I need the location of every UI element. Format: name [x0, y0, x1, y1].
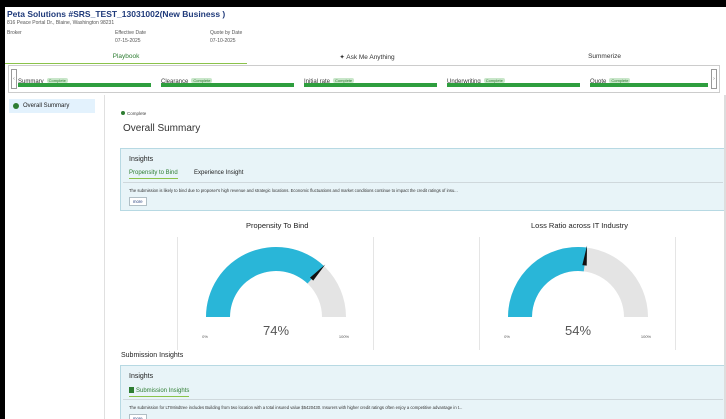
gauge-card-propensity: 74% 0% 100% [177, 237, 374, 350]
gauge-min-label: 0% [202, 334, 208, 339]
quote-by-date-label: Quote by Date [210, 30, 243, 36]
gauge-fill [206, 247, 324, 317]
gauge-card-loss-ratio: 54% 0% 100% [479, 237, 676, 350]
tab-submission-insights[interactable]: Submission Insights [129, 387, 190, 397]
more-button[interactable]: more [129, 197, 147, 206]
quote-by-date-value: 07-10-2025 [210, 38, 236, 44]
step-progress-bar [161, 83, 294, 87]
stepper-prev-button[interactable]: ‹ [11, 69, 17, 89]
status-dot-icon [13, 103, 19, 109]
page-title: Overall Summary [123, 123, 201, 134]
step-initial-rate[interactable]: Initial rate Complete [304, 70, 437, 90]
gauge-value-label: 74% [263, 323, 289, 338]
gauge-max-label: 100% [339, 334, 350, 339]
page-header-title: Peta Solutions #SRS_TEST_13031002(New Bu… [7, 9, 226, 19]
effective-date-value: 07-15-2025 [115, 38, 141, 44]
step-progress-bar [18, 83, 151, 87]
document-icon [129, 387, 134, 393]
gauge-fill [508, 246, 587, 317]
tab-playbook[interactable]: Playbook [5, 53, 247, 64]
broker-label: Broker [7, 30, 22, 36]
step-summary[interactable]: Summary Complete [18, 70, 151, 90]
submission-insights-heading: Submission Insights [121, 352, 184, 359]
step-progress-bar [447, 83, 580, 87]
workflow-stepper: ‹ Summary Complete Clearance Complete Init… [8, 65, 720, 93]
divider [123, 182, 723, 183]
step-clearance[interactable]: Clearance Complete [161, 70, 294, 90]
more-button[interactable]: more [129, 414, 147, 419]
gauge-max-label: 100% [641, 334, 652, 339]
status-indicator: Complete [121, 111, 146, 116]
insight-text: The submission is likely to bind due to … [129, 188, 458, 193]
sidebar: Overall Summary [5, 95, 105, 419]
status-dot-icon [121, 111, 125, 115]
insights-panel: Insights Propensity to Bind Experience I… [120, 148, 726, 211]
gauge-min-label: 0% [504, 334, 510, 339]
step-progress-bar [304, 83, 437, 87]
gauge-loss-ratio: 54% 0% 100% [504, 245, 652, 339]
gauge-title-propensity: Propensity To Bind [246, 221, 309, 230]
step-underwriting[interactable]: Underwriting Complete [447, 70, 580, 90]
sidebar-item-overall-summary[interactable]: Overall Summary [9, 99, 95, 113]
main-content: Complete Overall Summary Insights Propen… [115, 102, 726, 419]
gauge-value-label: 54% [565, 323, 591, 338]
step-quote[interactable]: Quote Complete [590, 70, 708, 90]
insight-text: The submission for LTIMindtree includes … [129, 405, 463, 410]
status-text: Complete [127, 111, 147, 116]
insights-title: Insights [129, 156, 154, 163]
tab-ask-me-anything[interactable]: ✦ Ask Me Anything [247, 53, 487, 61]
step-progress-bar [590, 83, 708, 87]
app-window: Peta Solutions #SRS_TEST_13031002(New Bu… [5, 7, 726, 419]
tab-label: Submission Insights [136, 388, 190, 394]
gauge-propensity: 74% 0% 100% [202, 247, 350, 339]
gauge-title-loss-ratio: Loss Ratio across IT Industry [531, 221, 628, 230]
sidebar-item-label: Overall Summary [23, 103, 70, 109]
tab-propensity-to-bind[interactable]: Propensity to Bind [129, 170, 178, 179]
tab-summarize[interactable]: Summerize [487, 53, 722, 60]
insights-title: Insights [129, 373, 154, 380]
submission-insights-panel: Insights Submission Insights The submiss… [120, 365, 726, 419]
tab-experience-insight[interactable]: Experience Insight [194, 170, 243, 178]
stepper-next-button[interactable]: › [711, 69, 717, 89]
address: 816 Peace Portal Dr., Blaine, Washington… [7, 20, 115, 26]
effective-date-label: Effective Date [115, 30, 147, 36]
divider [123, 399, 723, 400]
